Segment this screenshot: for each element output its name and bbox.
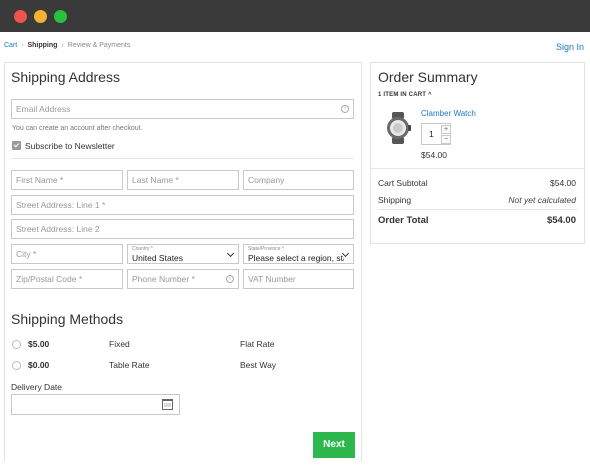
info-icon[interactable]: i — [226, 275, 234, 283]
state-value: Please select a region, state or provinc… — [248, 253, 344, 263]
breadcrumb-shipping: Shipping — [27, 42, 58, 49]
method-name: Fixed — [109, 339, 130, 349]
street-line2-placeholder: Street Address: Line 2 — [16, 224, 100, 234]
method-price: $0.00 — [28, 360, 50, 370]
order-total-label: Order Total — [378, 215, 429, 226]
zip-field[interactable]: Zip/Postal Code * — [11, 269, 123, 289]
divider — [371, 168, 584, 169]
product-price: $54.00 — [421, 150, 447, 160]
vat-field[interactable]: VAT Number — [243, 269, 354, 289]
subtotal-value: $54.00 — [550, 178, 576, 188]
minimize-window-button[interactable] — [34, 10, 47, 23]
carrier-name: Flat Rate — [240, 339, 275, 349]
company-field[interactable]: Company — [243, 170, 354, 190]
street-line1-placeholder: Street Address: Line 1 * — [16, 200, 106, 210]
last-name-placeholder: Last Name * — [132, 175, 179, 185]
sign-in-link[interactable]: Sign In — [556, 42, 584, 52]
method-name: Table Rate — [109, 360, 150, 370]
email-field[interactable]: Email Address i — [11, 99, 354, 119]
email-hint: You can create an account after checkout… — [12, 125, 143, 132]
close-window-button[interactable] — [14, 10, 27, 23]
window-titlebar — [0, 0, 590, 32]
email-placeholder: Email Address — [16, 104, 71, 114]
shipping-value: Not yet calculated — [508, 195, 576, 205]
breadcrumb-review: Review & Payments — [67, 42, 131, 49]
order-summary-title: Order Summary — [378, 69, 478, 85]
product-image-watch — [387, 112, 411, 144]
street-line2-field[interactable]: Street Address: Line 2 — [11, 219, 354, 239]
state-select[interactable]: State/Province * Please select a region,… — [243, 244, 354, 264]
last-name-field[interactable]: Last Name * — [127, 170, 239, 190]
phone-field[interactable]: Phone Number * i — [127, 269, 239, 289]
country-value: United States — [132, 253, 184, 263]
first-name-placeholder: First Name * — [16, 175, 64, 185]
first-name-field[interactable]: First Name * — [11, 170, 123, 190]
breadcrumb-cart[interactable]: Cart — [4, 42, 17, 49]
chevron-down-icon — [226, 249, 235, 258]
city-placeholder: City * — [16, 249, 37, 259]
shipping-method-radio[interactable] — [12, 340, 21, 349]
decrease-qty-button[interactable]: − — [441, 135, 451, 144]
company-placeholder: Company — [248, 175, 285, 185]
breadcrumb-separator: › — [61, 42, 64, 49]
increase-qty-button[interactable]: + — [441, 125, 451, 134]
next-button[interactable]: Next — [313, 432, 355, 458]
breadcrumb: Cart › Shipping › Review & Payments — [4, 42, 130, 49]
shipping-label: Shipping — [378, 195, 412, 205]
calendar-icon[interactable] — [162, 399, 173, 410]
country-label: Country * — [132, 246, 153, 252]
breadcrumb-separator: › — [21, 42, 24, 49]
vat-placeholder: VAT Number — [248, 274, 296, 284]
method-price: $5.00 — [28, 339, 50, 349]
subscribe-checkbox[interactable] — [12, 141, 21, 150]
zip-placeholder: Zip/Postal Code * — [16, 274, 83, 284]
state-label: State/Province * — [248, 246, 284, 252]
city-field[interactable]: City * — [11, 244, 123, 264]
shipping-methods-title: Shipping Methods — [11, 311, 124, 327]
divider — [11, 158, 354, 159]
shipping-method-radio[interactable] — [12, 361, 21, 370]
product-name-link[interactable]: Clamber Watch — [421, 109, 476, 118]
order-total-value: $54.00 — [546, 215, 576, 226]
items-in-cart-toggle[interactable]: 1 ITEM IN CART ^ — [378, 92, 432, 98]
phone-placeholder: Phone Number * — [132, 274, 195, 284]
subscribe-label: Subscribe to Newsletter — [25, 141, 115, 151]
subtotal-label: Cart Subtotal — [378, 178, 428, 188]
divider — [378, 209, 577, 210]
shipping-address-title: Shipping Address — [11, 69, 120, 85]
info-icon[interactable]: i — [341, 105, 349, 113]
country-select[interactable]: Country * United States — [127, 244, 239, 264]
quantity-value: 1 — [429, 129, 434, 139]
street-line1-field[interactable]: Street Address: Line 1 * — [11, 195, 354, 215]
maximize-window-button[interactable] — [54, 10, 67, 23]
carrier-name: Best Way — [240, 360, 277, 370]
delivery-date-field[interactable] — [11, 394, 180, 415]
quantity-stepper[interactable]: 1 + − — [421, 123, 451, 145]
delivery-date-label: Delivery Date — [11, 382, 63, 392]
